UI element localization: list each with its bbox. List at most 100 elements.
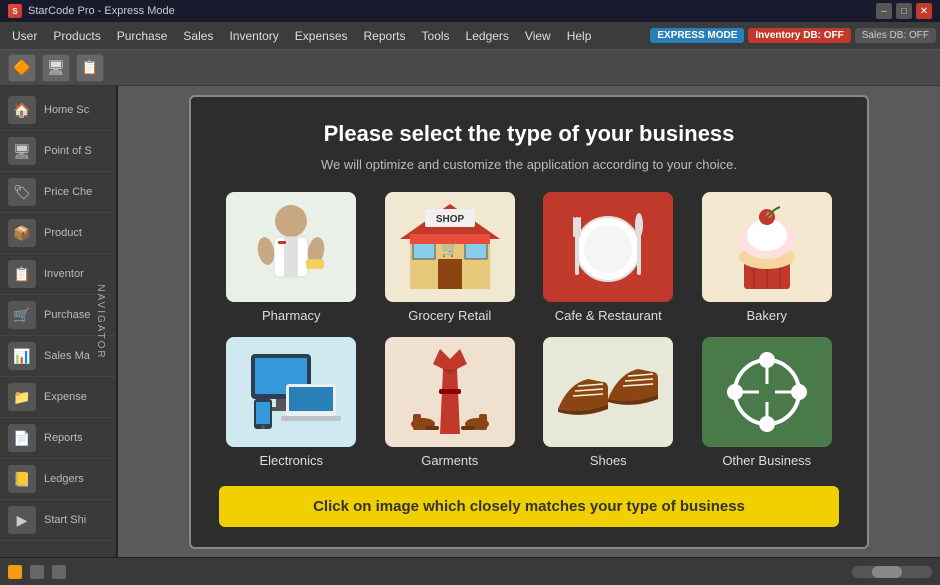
title-bar-controls[interactable]: – □ ✕ [876,3,932,19]
sidebar-label-home: Home Sc [44,104,89,116]
home-icon: 🏠 [8,96,36,124]
pharmacy-label: Pharmacy [262,308,321,323]
business-img-electronics [226,337,356,447]
status-indicator-3 [52,565,66,579]
sidebar-item-inventory[interactable]: 📋 Inventor [0,254,116,295]
toolbar-btn-3[interactable]: 📋 [76,54,104,82]
bakery-label: Bakery [747,308,787,323]
menu-products[interactable]: Products [45,25,108,47]
cta-banner[interactable]: Click on image which closely matches you… [219,486,839,527]
menu-sales[interactable]: Sales [175,25,221,47]
sidebar-label-sales: Sales Ma [44,350,90,362]
pos-icon: 🖥 [8,137,36,165]
garments-label: Garments [421,453,478,468]
sidebar-item-ledgers[interactable]: 📒 Ledgers [0,459,116,500]
menu-purchase[interactable]: Purchase [109,25,176,47]
status-indicator-1 [8,565,22,579]
business-item-garments[interactable]: Garments [378,337,523,468]
menu-expenses[interactable]: Expenses [287,25,356,47]
product-icon: 📦 [8,219,36,247]
business-img-shoes [543,337,673,447]
inventory-icon: 📋 [8,260,36,288]
title-bar-text: StarCode Pro - Express Mode [28,5,175,17]
business-item-bakery[interactable]: Bakery [695,192,840,323]
business-item-cafe[interactable]: Cafe & Restaurant [536,192,681,323]
sidebar-item-product[interactable]: 📦 Product [0,213,116,254]
sidebar-label-product: Product [44,227,82,239]
sidebar-label-expenses: Expense [44,391,87,403]
price-icon: 🏷 [8,178,36,206]
sidebar-item-reports[interactable]: 📄 Reports [0,418,116,459]
status-indicator-2 [30,565,44,579]
content-area: Please select the type of your business … [118,86,940,557]
sidebar-label-purchase: Purchase [44,309,90,321]
menu-view[interactable]: View [517,25,559,47]
menu-help[interactable]: Help [559,25,600,47]
business-item-electronics[interactable]: Electronics [219,337,364,468]
business-img-grocery: SHOP 🛒 [385,192,515,302]
sales-db-badge: Sales DB: OFF [855,28,936,43]
business-img-bakery [702,192,832,302]
close-button[interactable]: ✕ [916,3,932,19]
business-item-pharmacy[interactable]: Pharmacy [219,192,364,323]
cafe-label: Cafe & Restaurant [555,308,662,323]
business-item-other[interactable]: Other Business [695,337,840,468]
other-label: Other Business [722,453,811,468]
menu-user[interactable]: User [4,25,45,47]
svg-text:🛒: 🛒 [441,241,458,258]
sidebar-item-sales[interactable]: 📊 Sales Ma [0,336,116,377]
status-badges: EXPRESS MODE Inventory DB: OFF Sales DB:… [650,28,936,43]
grocery-label: Grocery Retail [408,308,491,323]
main-layout: 🏠 Home Sc 🖥 Point of S 🏷 Price Che 📦 Pro… [0,86,940,557]
svg-text:SHOP: SHOP [436,214,465,225]
sales-icon: 📊 [8,342,36,370]
expenses-icon: 📁 [8,383,36,411]
sidebar-item-start[interactable]: ▶ Start Shi [0,500,116,541]
dialog-subtitle: We will optimize and customize the appli… [219,157,839,172]
sidebar-label-inventory: Inventor [44,268,84,280]
electronics-label: Electronics [259,453,323,468]
sidebar-item-expenses[interactable]: 📁 Expense [0,377,116,418]
dialog-title: Please select the type of your business [219,121,839,147]
scrollbar[interactable] [852,566,932,578]
minimize-button[interactable]: – [876,3,892,19]
toolbar: 🔶 🖥 📋 [0,50,940,86]
reports-icon: 📄 [8,424,36,452]
sidebar-label-reports: Reports [44,432,83,444]
sidebar: 🏠 Home Sc 🖥 Point of S 🏷 Price Che 📦 Pro… [0,86,118,557]
business-img-pharmacy [226,192,356,302]
business-grid: Pharmacy [219,192,839,468]
status-bar [0,557,940,585]
scrollbar-thumb [872,566,902,578]
start-icon: ▶ [8,506,36,534]
ledgers-icon: 📒 [8,465,36,493]
menu-bar: User Products Purchase Sales Inventory E… [0,22,940,50]
sidebar-item-pos[interactable]: 🖥 Point of S [0,131,116,172]
menu-reports[interactable]: Reports [356,25,414,47]
toolbar-btn-2[interactable]: 🖥 [42,54,70,82]
title-bar: S StarCode Pro - Express Mode – □ ✕ [0,0,940,22]
purchase-icon: 🛒 [8,301,36,329]
business-item-shoes[interactable]: Shoes [536,337,681,468]
business-type-dialog: Please select the type of your business … [189,95,869,549]
sidebar-label-pos: Point of S [44,145,92,157]
sidebar-label-start: Start Shi [44,514,86,526]
inventory-db-badge: Inventory DB: OFF [748,28,850,43]
sidebar-item-home[interactable]: 🏠 Home Sc [0,90,116,131]
business-item-grocery[interactable]: SHOP 🛒 Grocery Retail [378,192,523,323]
sidebar-item-price[interactable]: 🏷 Price Che [0,172,116,213]
menu-ledgers[interactable]: Ledgers [458,25,517,47]
business-img-other [702,337,832,447]
sidebar-item-purchase[interactable]: 🛒 Purchase [0,295,116,336]
shoes-label: Shoes [590,453,627,468]
menu-inventory[interactable]: Inventory [221,25,286,47]
menu-tools[interactable]: Tools [414,25,458,47]
app-icon: S [8,4,22,18]
business-img-garments [385,337,515,447]
toolbar-btn-1[interactable]: 🔶 [8,54,36,82]
title-bar-left: S StarCode Pro - Express Mode [8,4,175,18]
maximize-button[interactable]: □ [896,3,912,19]
sidebar-label-price: Price Che [44,186,92,198]
express-mode-badge: EXPRESS MODE [650,28,744,43]
business-img-cafe [543,192,673,302]
